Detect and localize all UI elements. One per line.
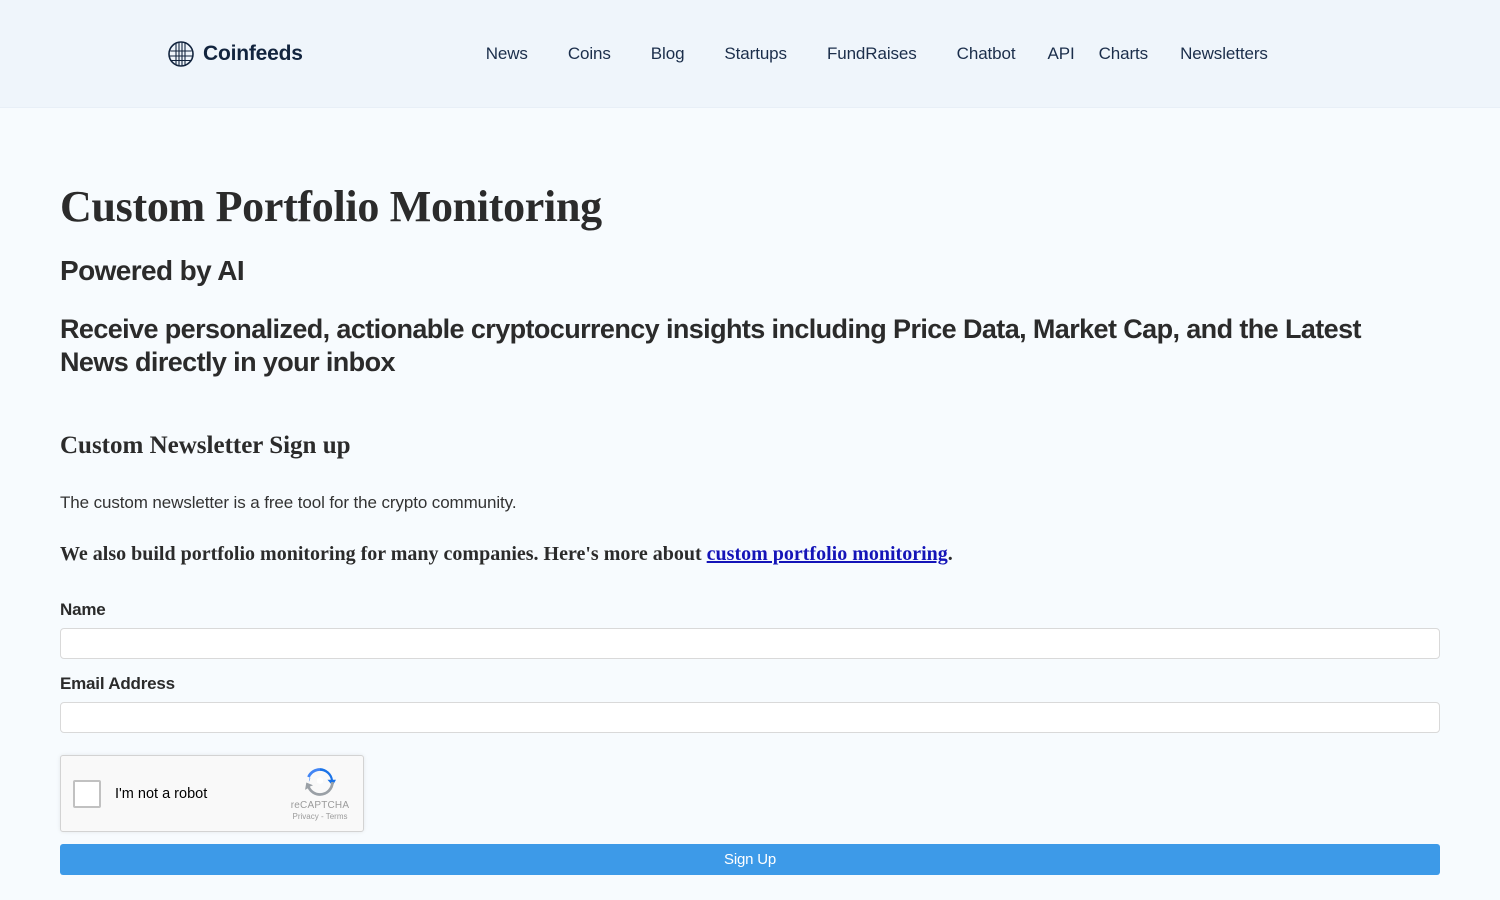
nav-item-chatbot[interactable]: Chatbot: [937, 44, 1036, 64]
nav-item-newsletters[interactable]: Newsletters: [1160, 44, 1288, 64]
content-column: Custom Portfolio Monitoring Powered by A…: [60, 108, 1440, 876]
name-field-group: Name: [60, 600, 1440, 660]
signup-description: The custom newsletter is a free tool for…: [60, 493, 517, 513]
recaptcha-legal-separator: -: [320, 812, 324, 822]
email-field-group: Email Address: [60, 674, 1440, 734]
recaptcha-legal-links: Privacy - Terms: [283, 812, 357, 821]
site-header: Coinfeeds News Coins Blog Startups FundR…: [0, 0, 1500, 108]
nav-item-startups[interactable]: Startups: [704, 44, 807, 64]
nav-item-coins[interactable]: Coins: [548, 44, 631, 64]
custom-portfolio-monitoring-link[interactable]: custom portfolio monitoring: [707, 543, 948, 565]
note-prefix: We also build portfolio monitoring for m…: [60, 543, 707, 566]
recaptcha-branding: reCAPTCHA Privacy - Terms: [283, 766, 357, 821]
page-title: Custom Portfolio Monitoring: [60, 182, 602, 231]
brand-name: Coinfeeds: [203, 41, 303, 65]
recaptcha-label: I'm not a robot: [115, 785, 208, 802]
email-label: Email Address: [60, 674, 175, 694]
name-input[interactable]: [60, 628, 1440, 660]
nav-item-news[interactable]: News: [466, 44, 548, 64]
email-input[interactable]: [60, 702, 1440, 734]
recaptcha-widget[interactable]: I'm not a robot reCAPTCHA Privacy - Term…: [60, 755, 364, 833]
recaptcha-terms-link[interactable]: Terms: [326, 812, 348, 821]
recaptcha-logo-icon: [283, 766, 357, 798]
newsletter-signup-form: Name Email Address I'm not a robot reCAP…: [60, 600, 1440, 876]
nav-item-charts[interactable]: Charts: [1087, 44, 1160, 64]
page-lede: Receive personalized, actionable cryptoc…: [60, 313, 1362, 378]
recaptcha-checkbox[interactable]: [73, 779, 101, 808]
note-suffix: .: [947, 543, 953, 566]
recaptcha-privacy-link[interactable]: Privacy: [293, 812, 319, 821]
page-main: Custom Portfolio Monitoring Powered by A…: [0, 108, 1500, 876]
sign-up-button[interactable]: Sign Up: [60, 844, 1440, 876]
globe-circle-icon: [168, 40, 194, 67]
nav-item-api[interactable]: API: [1036, 44, 1087, 64]
nav-item-blog[interactable]: Blog: [631, 44, 705, 64]
nav-item-fundraises[interactable]: FundRaises: [807, 44, 937, 64]
section-title-signup: Custom Newsletter Sign up: [60, 432, 351, 460]
name-label: Name: [60, 600, 106, 620]
recaptcha-brand-name: reCAPTCHA: [290, 800, 350, 812]
main-navigation: News Coins Blog Startups FundRaises Chat…: [466, 44, 1288, 64]
brand-logo-link[interactable]: Coinfeeds: [168, 40, 303, 67]
portfolio-monitoring-note: We also build portfolio monitoring for m…: [60, 543, 1440, 566]
page-subtitle: Powered by AI: [60, 254, 245, 286]
